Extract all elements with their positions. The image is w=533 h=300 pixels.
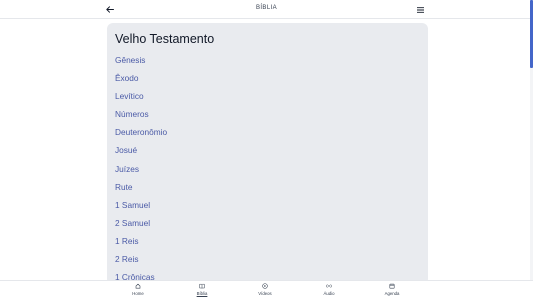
nav-label: Bíblia: [196, 291, 208, 296]
nav-label: Home: [132, 291, 144, 296]
nav-label: Agenda: [384, 291, 400, 296]
book-link[interactable]: Números: [115, 108, 167, 126]
book-link[interactable]: 2 Reis: [115, 253, 167, 271]
bottom-navigation: Home Bíblia Vídeos Áudio Agenda: [0, 280, 533, 300]
book-link[interactable]: Deuteronômio: [115, 126, 167, 144]
old-testament-card: Velho Testamento Gênesis Êxodo Levítico Núm…: [107, 23, 428, 285]
home-icon: [135, 283, 141, 289]
nav-item-biblia[interactable]: Bíblia: [185, 283, 219, 300]
nav-label: Áudio: [323, 291, 335, 296]
book-link[interactable]: Levítico: [115, 90, 167, 108]
hamburger-menu-icon: [416, 6, 424, 13]
nav-item-videos[interactable]: Vídeos: [248, 283, 282, 300]
radio-icon: [326, 284, 332, 288]
play-icon: [262, 283, 268, 289]
book-link[interactable]: Juízes: [115, 163, 167, 181]
book-link[interactable]: Gênesis: [115, 54, 167, 72]
book-link[interactable]: Josué: [115, 144, 167, 162]
calendar-icon: [389, 283, 395, 289]
menu-button[interactable]: [413, 3, 427, 16]
book-icon: [199, 283, 205, 289]
book-link[interactable]: 1 Reis: [115, 235, 167, 253]
book-link[interactable]: Rute: [115, 181, 167, 199]
book-link[interactable]: Êxodo: [115, 72, 167, 90]
nav-item-agenda[interactable]: Agenda: [375, 283, 409, 300]
book-list: Gênesis Êxodo Levítico Números Deuteronômio J…: [115, 54, 167, 285]
book-link[interactable]: 2 Samuel: [115, 217, 167, 235]
book-link[interactable]: 1 Samuel: [115, 199, 167, 217]
top-bar: BÍBLIA: [0, 0, 533, 19]
nav-item-audio[interactable]: Áudio: [312, 283, 346, 300]
nav-item-home[interactable]: Home: [121, 283, 155, 300]
page-title: BÍBLIA: [255, 5, 278, 11]
app-root: BÍBLIA Velho Testamento Gênesis Êxodo Leví…: [0, 0, 533, 300]
section-title: Velho Testamento: [115, 32, 215, 46]
nav-label: Vídeos: [258, 291, 272, 296]
